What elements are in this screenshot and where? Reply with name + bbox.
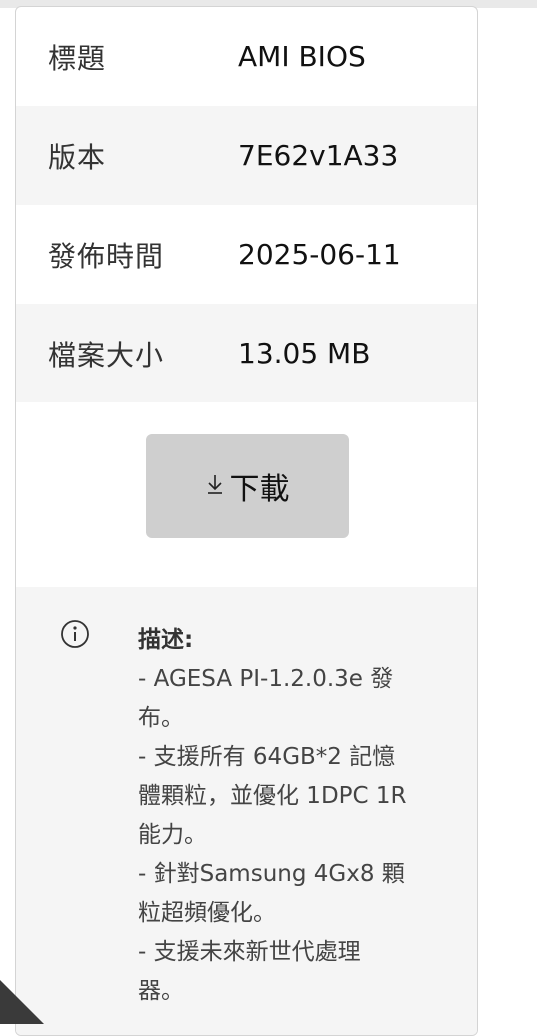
detail-value: 13.05 MB — [238, 337, 371, 370]
download-arrow-icon — [206, 473, 224, 501]
download-section: 下載 — [16, 402, 477, 587]
description-line: 體顆粒，並優化 1DPC 1R — [138, 783, 407, 809]
detail-value: 2025-06-11 — [238, 238, 401, 271]
info-icon — [60, 619, 90, 649]
detail-value: 7E62v1A33 — [238, 139, 399, 172]
detail-row-release-date: 發佈時間 2025-06-11 — [16, 205, 477, 304]
detail-row-title: 標題 AMI BIOS — [16, 7, 477, 106]
detail-label: 標題 — [48, 41, 107, 75]
download-button[interactable]: 下載 — [146, 434, 349, 538]
detail-row-version: 版本 7E62v1A33 — [16, 106, 477, 205]
corner-decoration — [0, 980, 44, 1024]
description-line: 布。 — [138, 705, 184, 731]
detail-label: 檔案大小 — [48, 338, 165, 372]
description-line: - 支援所有 64GB*2 記憶 — [138, 744, 396, 770]
detail-label: 版本 — [48, 140, 107, 174]
bios-download-card: 標題 AMI BIOS 版本 7E62v1A33 發佈時間 2025-06-11… — [15, 6, 478, 1036]
description-line: - 支援未來新世代處理 — [138, 939, 361, 965]
detail-value: AMI BIOS — [238, 40, 366, 73]
description-line: - 針對Samsung 4Gx8 顆 — [138, 861, 405, 887]
detail-label: 發佈時間 — [48, 239, 165, 273]
description-title: 描述: — [138, 627, 194, 653]
description-section: 描述: - AGESA PI-1.2.0.3e 發 布。 - 支援所有 64GB… — [16, 587, 477, 1035]
description-text: 描述: - AGESA PI-1.2.0.3e 發 布。 - 支援所有 64GB… — [138, 621, 438, 1011]
description-line: 能力。 — [138, 822, 207, 848]
description-line: 器。 — [138, 978, 184, 1004]
description-line: - AGESA PI-1.2.0.3e 發 — [138, 666, 394, 692]
download-button-label: 下載 — [229, 472, 290, 507]
detail-row-file-size: 檔案大小 13.05 MB — [16, 304, 477, 403]
description-line: 粒超頻優化。 — [138, 900, 276, 926]
